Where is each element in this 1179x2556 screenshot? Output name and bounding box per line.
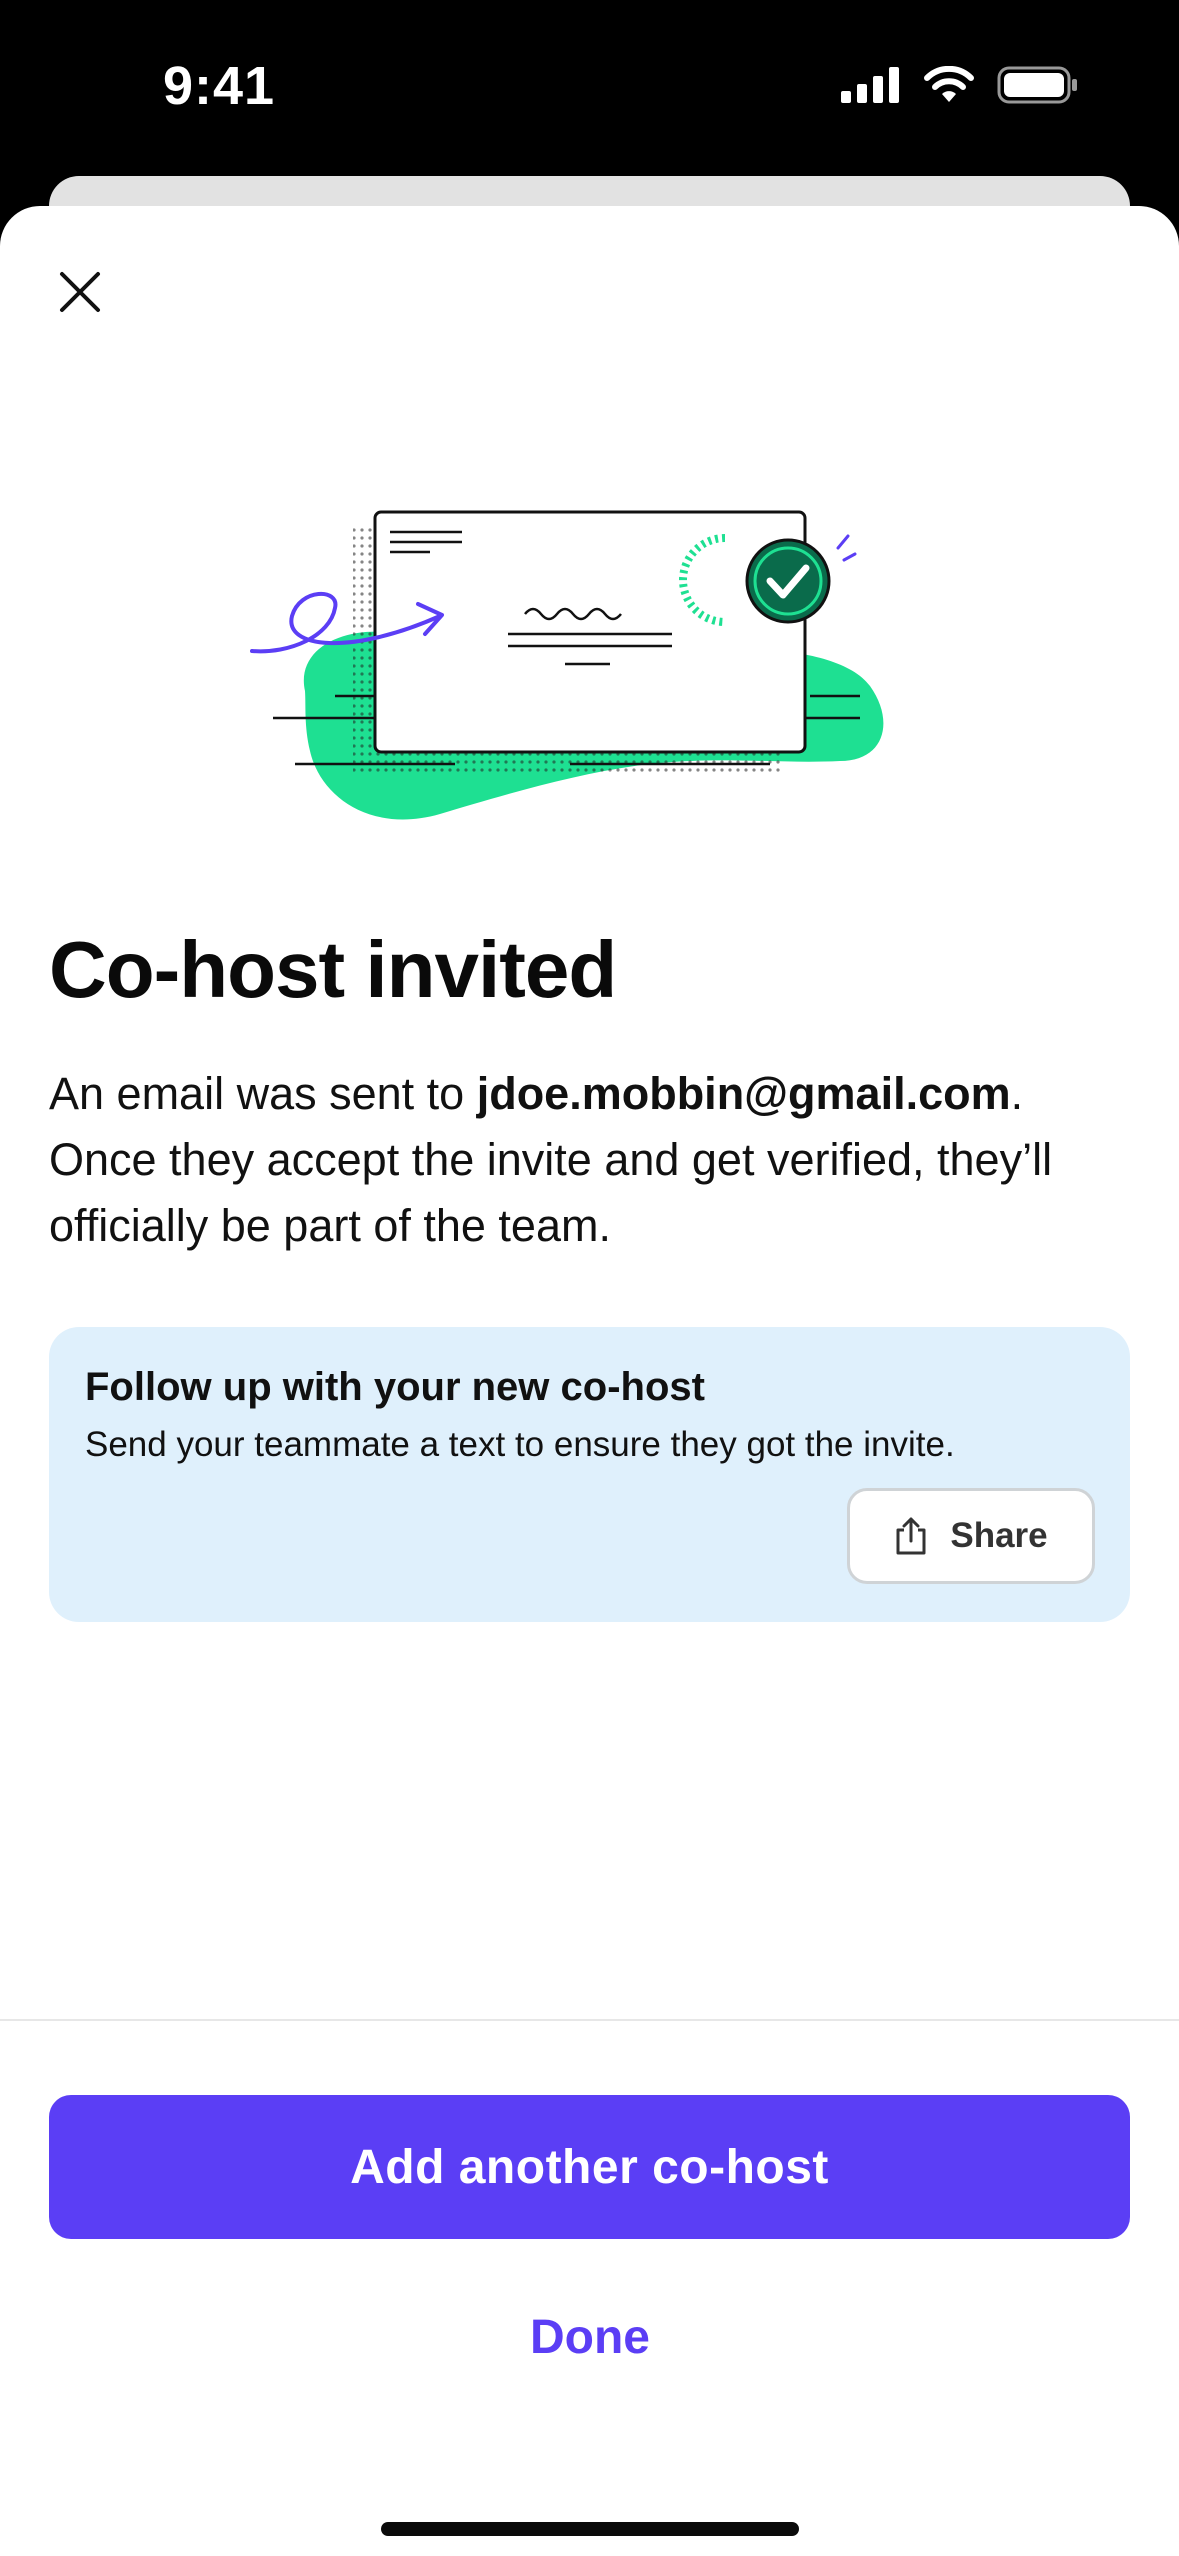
status-icons xyxy=(841,66,1079,104)
share-label: Share xyxy=(950,1516,1048,1555)
follow-up-card: Follow up with your new co-host Send you… xyxy=(49,1327,1130,1622)
status-time: 9:41 xyxy=(163,56,276,116)
done-button[interactable]: Done xyxy=(390,2292,790,2382)
invite-confirmation-sheet: Co-host invited An email was sent to jdo… xyxy=(0,206,1179,2556)
wifi-icon xyxy=(924,66,974,102)
status-bar: 9:41 xyxy=(0,0,1179,175)
follow-up-title: Follow up with your new co-host xyxy=(85,1365,705,1409)
home-indicator xyxy=(381,2522,799,2536)
footer-divider xyxy=(0,2019,1179,2021)
add-another-cohost-button[interactable]: Add another co-host xyxy=(49,2095,1130,2239)
invite-description-prefix: An email was sent to xyxy=(49,1068,477,1119)
share-icon xyxy=(896,1517,926,1555)
close-icon xyxy=(60,272,100,312)
invited-email: jdoe.mobbin@gmail.com xyxy=(476,1068,1011,1119)
signal-icon xyxy=(841,67,899,103)
close-button[interactable] xyxy=(44,256,116,328)
follow-up-text: Send your teammate a text to ensure they… xyxy=(85,1425,955,1464)
invite-description: An email was sent to jdoe.mobbin@gmail.c… xyxy=(49,1061,1139,1259)
page-title: Co-host invited xyxy=(49,925,617,1014)
envelope-checkmark-illustration xyxy=(250,510,884,820)
share-button[interactable]: Share xyxy=(847,1488,1095,1584)
battery-icon xyxy=(997,66,1077,104)
